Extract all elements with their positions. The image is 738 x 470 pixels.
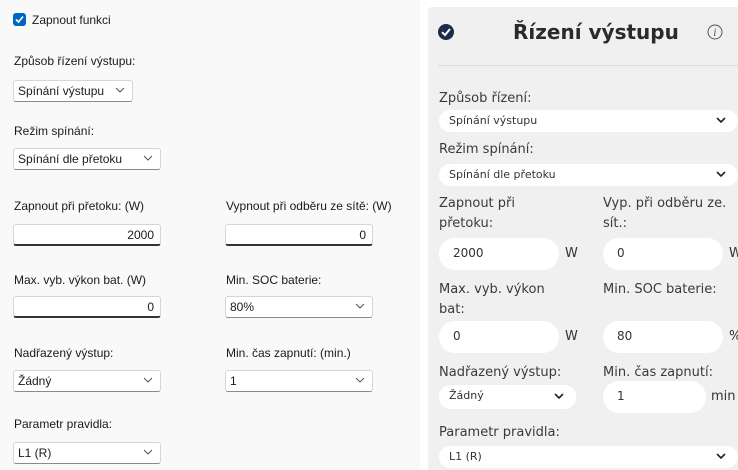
chevron-down-icon bbox=[143, 377, 153, 383]
min-soc-input[interactable]: 80 bbox=[603, 321, 723, 353]
off-grid-unit: W bbox=[729, 246, 738, 261]
rule-param-value: L1 (R) bbox=[449, 450, 482, 463]
svg-text:i: i bbox=[713, 28, 716, 39]
on-overflow-input[interactable]: 2000 bbox=[439, 238, 559, 270]
parent-output-value: Žádný bbox=[449, 389, 484, 402]
chevron-down-icon bbox=[143, 449, 153, 455]
max-bat-input[interactable]: 0 bbox=[13, 296, 161, 318]
off-grid-label-line2: sít.: bbox=[603, 216, 627, 231]
switch-mode-select[interactable]: Spínání dle přetoku bbox=[439, 164, 738, 186]
max-bat-unit: W bbox=[565, 329, 578, 344]
on-overflow-label-line1: Zapnout při bbox=[439, 196, 515, 211]
control-mode-value: Spínání výstupu bbox=[449, 114, 538, 127]
rule-param-select[interactable]: L1 (R) bbox=[439, 446, 738, 468]
parent-output-select[interactable]: Žádný bbox=[439, 385, 576, 409]
switch-mode-value: Spínání dle přetoku bbox=[18, 152, 123, 166]
max-bat-label-line1: Max. vyb. výkon bbox=[439, 282, 545, 297]
on-overflow-unit: W bbox=[565, 246, 578, 261]
switch-mode-label: Režim spínání: bbox=[439, 142, 534, 157]
check-circle-icon[interactable] bbox=[437, 23, 455, 41]
max-bat-input[interactable]: 0 bbox=[439, 321, 559, 353]
chevron-down-icon bbox=[716, 171, 726, 178]
control-mode-value: Spínání výstupu bbox=[18, 84, 105, 98]
switch-mode-select[interactable]: Spínání dle přetoku bbox=[13, 148, 161, 170]
switch-mode-label: Režim spínání: bbox=[14, 124, 95, 138]
chevron-down-icon bbox=[716, 117, 726, 124]
min-on-time-label: Min. čas zapnutí: bbox=[603, 365, 713, 380]
chevron-down-icon bbox=[143, 155, 153, 161]
control-mode-select[interactable]: Spínání výstupu bbox=[439, 110, 738, 132]
control-mode-label: Způsob řízení výstupu: bbox=[14, 54, 136, 68]
chevron-down-icon bbox=[355, 377, 365, 383]
min-on-time-unit: min bbox=[711, 389, 736, 404]
left-settings-panel: Zapnout funkci Způsob řízení výstupu: Sp… bbox=[0, 0, 420, 470]
max-bat-label-line2: bat: bbox=[439, 302, 465, 317]
min-on-time-input[interactable]: 1 bbox=[603, 381, 706, 413]
parent-output-select[interactable]: Žádný bbox=[13, 370, 161, 392]
off-grid-input[interactable]: 0 bbox=[225, 224, 373, 246]
off-grid-label-line1: Vyp. při odběru ze. bbox=[603, 196, 727, 211]
on-overflow-label: Zapnout při přetoku: (W) bbox=[14, 199, 145, 213]
min-soc-unit: % bbox=[729, 329, 738, 344]
min-soc-value: 80% bbox=[230, 300, 255, 314]
min-on-time-select[interactable]: 1 bbox=[225, 370, 373, 392]
chevron-down-icon bbox=[115, 87, 125, 93]
min-soc-label: Min. SOC baterie: bbox=[603, 282, 717, 297]
parent-output-label: Nadřazený výstup: bbox=[14, 346, 114, 360]
rule-param-label: Parametr pravidla: bbox=[439, 425, 560, 440]
chevron-down-icon bbox=[716, 453, 726, 460]
max-bat-label: Max. vyb. výkon bat. (W) bbox=[14, 273, 147, 287]
min-soc-select[interactable]: 80% bbox=[225, 296, 373, 318]
on-overflow-input[interactable]: 2000 bbox=[13, 224, 161, 246]
min-on-time-value: 1 bbox=[230, 374, 237, 388]
off-grid-input[interactable]: 0 bbox=[603, 238, 723, 270]
min-on-time-label: Min. čas zapnutí: (min.) bbox=[226, 346, 351, 360]
header-divider bbox=[438, 65, 738, 66]
off-grid-label: Vypnout při odběru ze sítě: (W) bbox=[226, 199, 392, 213]
check-icon bbox=[15, 15, 24, 24]
parent-output-label: Nadřazený výstup: bbox=[439, 365, 562, 380]
info-icon[interactable]: i bbox=[707, 24, 723, 40]
rule-param-select[interactable]: L1 (R) bbox=[13, 442, 161, 464]
on-overflow-label-line2: přetoku: bbox=[439, 216, 494, 231]
rule-param-value: L1 (R) bbox=[18, 446, 52, 460]
control-mode-select[interactable]: Spínání výstupu bbox=[13, 80, 133, 102]
switch-mode-value: Spínání dle přetoku bbox=[449, 168, 556, 181]
control-mode-label: Způsob řízení: bbox=[439, 91, 532, 106]
output-control-card: Řízení výstupu i Způsob řízení: Spínání … bbox=[428, 7, 738, 470]
rule-param-label: Parametr pravidla: bbox=[14, 417, 113, 431]
chevron-down-icon bbox=[554, 393, 564, 400]
min-soc-label: Min. SOC baterie: bbox=[226, 273, 322, 287]
card-title: Řízení výstupu bbox=[513, 20, 679, 44]
parent-output-value: Žádný bbox=[18, 374, 52, 388]
enable-checkbox[interactable] bbox=[13, 13, 26, 26]
enable-label: Zapnout funkci bbox=[32, 13, 111, 27]
chevron-down-icon bbox=[355, 303, 365, 309]
